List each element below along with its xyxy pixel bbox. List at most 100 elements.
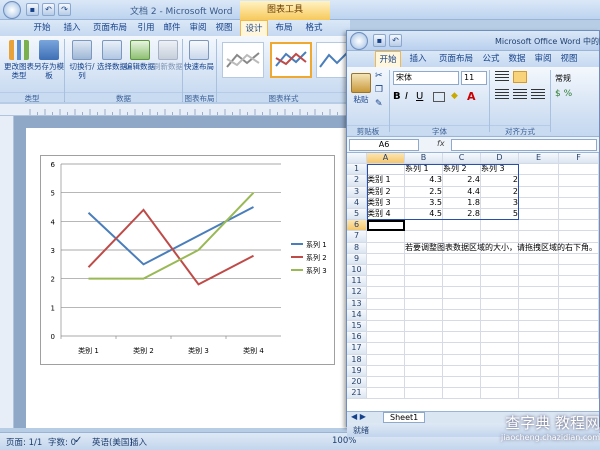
grid-cell[interactable]	[519, 186, 559, 198]
grid-cell[interactable]: 2	[481, 186, 519, 198]
grid-cell[interactable]	[443, 287, 481, 299]
underline-button[interactable]: U	[416, 91, 423, 102]
select-all-corner[interactable]	[347, 153, 367, 165]
grid-cell[interactable]	[481, 253, 519, 265]
grid-cell[interactable]	[481, 388, 519, 400]
grid-cell[interactable]	[481, 265, 519, 277]
grid-cell[interactable]	[443, 265, 481, 277]
quick-layout-button[interactable]: 快速布局	[184, 40, 214, 71]
formula-input[interactable]	[451, 139, 597, 151]
grid-cell[interactable]	[481, 321, 519, 333]
row-header[interactable]: 3	[347, 186, 367, 198]
tab-review[interactable]: 审阅	[186, 20, 210, 36]
format-painter-icon[interactable]: ✎	[375, 99, 383, 109]
row-header[interactable]: 2	[347, 175, 367, 187]
vertical-ruler[interactable]	[0, 116, 14, 428]
grid-cell[interactable]	[481, 354, 519, 366]
grid-cell[interactable]	[519, 231, 559, 243]
grid-cell[interactable]	[405, 309, 443, 321]
grid-cell[interactable]	[443, 354, 481, 366]
row-header[interactable]: 20	[347, 377, 367, 389]
grid-cell[interactable]	[559, 343, 599, 355]
grid-cell[interactable]	[405, 321, 443, 333]
grid-cell[interactable]	[443, 377, 481, 389]
grid-cell[interactable]: 类别 3	[367, 197, 405, 209]
font-size-box[interactable]: 11	[461, 71, 487, 85]
grid-cell[interactable]	[367, 309, 405, 321]
grid-cell[interactable]	[443, 388, 481, 400]
grid-cell[interactable]	[481, 377, 519, 389]
change-chart-type-button[interactable]: 更改图表类型	[4, 40, 34, 80]
select-data-button[interactable]: 选择数据	[97, 40, 127, 71]
grid-cell[interactable]	[405, 276, 443, 288]
row-header[interactable]: 18	[347, 354, 367, 366]
tab-home[interactable]: 开始	[28, 20, 56, 36]
grid-cell[interactable]	[519, 309, 559, 321]
grid-cell[interactable]: 3	[481, 197, 519, 209]
grid-cell[interactable]: 5	[481, 209, 519, 221]
font-name-box[interactable]: 宋体	[393, 71, 459, 85]
grid-cell[interactable]	[559, 354, 599, 366]
grid-cell[interactable]	[405, 332, 443, 344]
grid-cell[interactable]	[519, 209, 559, 221]
chart-style-thumb-1[interactable]	[222, 42, 264, 78]
grid-cell[interactable]	[519, 377, 559, 389]
grid-cell[interactable]	[405, 220, 443, 232]
excel-tab-insert[interactable]: 插入	[405, 51, 431, 67]
refresh-data-button[interactable]: 刷新数据	[153, 40, 183, 71]
grid-cell[interactable]: 类别 1	[367, 175, 405, 187]
instruction-note[interactable]: 若要调整图表数据区域的大小，请拖拽区域的右下角。	[405, 242, 597, 254]
grid-cell[interactable]: 1.8	[443, 197, 481, 209]
grid-cell[interactable]	[519, 343, 559, 355]
grid-cell[interactable]	[481, 309, 519, 321]
grid-cell[interactable]	[367, 332, 405, 344]
grid-cell[interactable]	[367, 343, 405, 355]
grid-cell[interactable]	[481, 231, 519, 243]
grid-cell[interactable]	[367, 164, 405, 176]
number-format-box[interactable]: 常规	[555, 73, 571, 84]
grid-cell[interactable]	[559, 265, 599, 277]
tab-view[interactable]: 视图	[212, 20, 236, 36]
grid-cell[interactable]	[443, 220, 481, 232]
active-cell[interactable]	[367, 220, 405, 232]
row-header[interactable]: 1	[347, 164, 367, 176]
grid-cell[interactable]	[443, 365, 481, 377]
borders-icon[interactable]	[433, 92, 445, 102]
grid-cell[interactable]	[519, 298, 559, 310]
grid-cell[interactable]	[559, 175, 599, 187]
grid-cell[interactable]	[559, 365, 599, 377]
grid-cell[interactable]	[481, 220, 519, 232]
grid-cell[interactable]	[405, 365, 443, 377]
grid-cell[interactable]	[443, 332, 481, 344]
grid-cell[interactable]: 4.5	[405, 209, 443, 221]
align-right-icon[interactable]	[531, 89, 545, 101]
align-center-icon[interactable]	[513, 89, 527, 101]
excel-tab-data[interactable]: 数据	[505, 51, 529, 67]
grid-cell[interactable]	[367, 298, 405, 310]
grid-cell[interactable]	[481, 287, 519, 299]
grid-cell[interactable]	[559, 276, 599, 288]
fill-color-icon[interactable]: ◆	[451, 91, 458, 101]
grid-cell[interactable]	[519, 321, 559, 333]
excel-tab-view[interactable]: 视图	[557, 51, 581, 67]
horizontal-ruler[interactable]	[0, 104, 350, 116]
grid-cell[interactable]	[519, 354, 559, 366]
grid-cell[interactable]: 系列 1	[405, 164, 443, 176]
grid-cell[interactable]	[443, 231, 481, 243]
excel-tab-formulas[interactable]: 公式	[479, 51, 503, 67]
grid-cell[interactable]	[367, 287, 405, 299]
grid-cell[interactable]	[559, 287, 599, 299]
chart-style-thumb-3[interactable]	[316, 42, 348, 78]
grid-cell[interactable]	[559, 209, 599, 221]
row-header[interactable]: 12	[347, 287, 367, 299]
grid-cell[interactable]	[519, 365, 559, 377]
save-icon[interactable]: ▪	[26, 3, 39, 16]
grid-cell[interactable]	[443, 343, 481, 355]
switch-row-col-button[interactable]: 切换行/列	[66, 40, 98, 80]
grid-cell[interactable]	[405, 388, 443, 400]
font-color-icon[interactable]: A	[467, 90, 476, 103]
grid-cell[interactable]	[519, 265, 559, 277]
row-header[interactable]: 11	[347, 276, 367, 288]
bold-button[interactable]: B	[393, 91, 401, 102]
save-as-template-button[interactable]: 另存为模板	[34, 40, 64, 80]
